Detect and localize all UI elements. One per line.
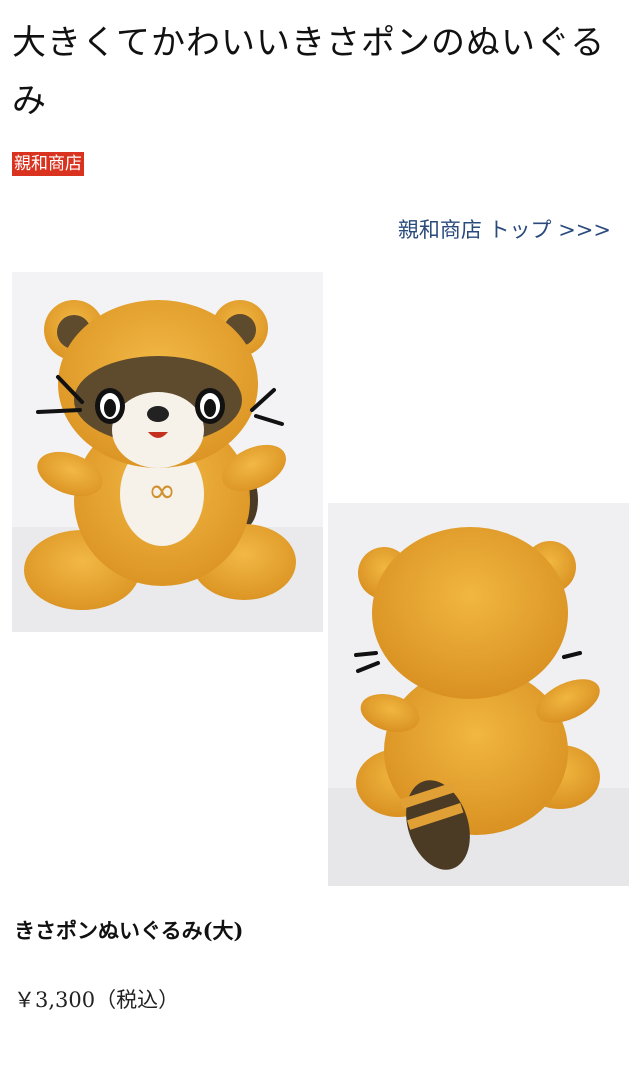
plush-front-photo: ∞	[12, 272, 323, 632]
plush-back-illustration	[328, 503, 629, 886]
product-price: ￥3,300（税込）	[14, 988, 180, 1012]
shop-top-link[interactable]: 親和商店 トップ >>>	[398, 214, 611, 244]
plush-back-photo	[328, 503, 629, 886]
shop-badge[interactable]: 親和商店	[12, 152, 84, 176]
plush-front-illustration: ∞	[12, 272, 323, 632]
product-name: きさポンぬいぐるみ(大)	[14, 918, 244, 943]
page-title: 大きくてかわいいきさポンのぬいぐるみ	[12, 23, 606, 121]
svg-text:∞: ∞	[148, 471, 176, 511]
